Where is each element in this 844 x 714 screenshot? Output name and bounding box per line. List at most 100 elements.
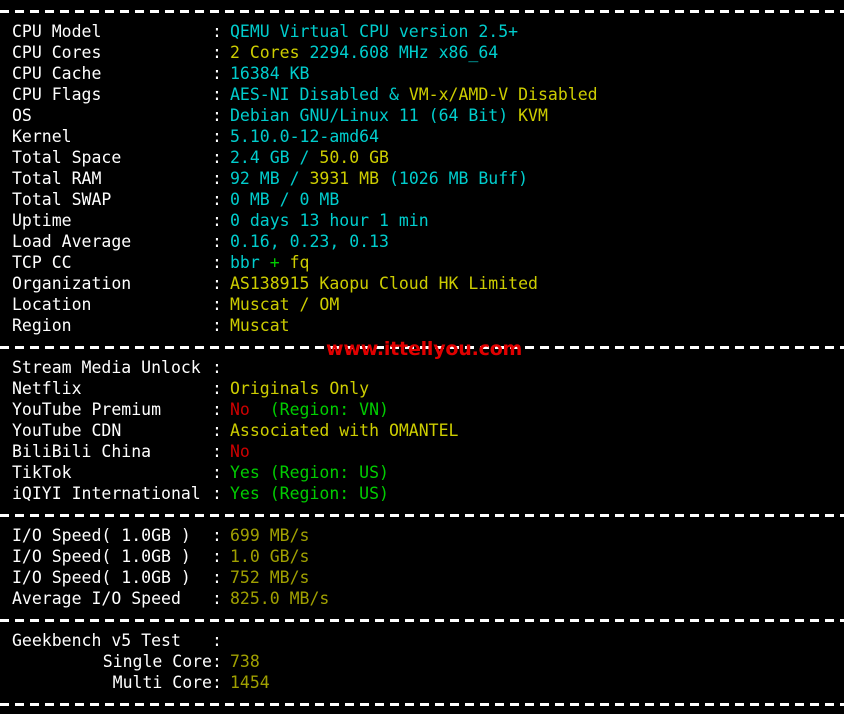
row-label: Total RAM (12, 169, 102, 188)
terminal-row: I/O Speed( 1.0GB ):699 MB/s (0, 525, 844, 546)
io-speed-section: I/O Speed( 1.0GB ):699 MB/s I/O Speed( 1.… (0, 525, 844, 609)
row-label: Uptime (12, 211, 72, 230)
row-colon: : (212, 379, 222, 398)
row-colon: : (212, 673, 222, 692)
row-label: OS (12, 106, 32, 125)
row-value: 16384 KB (230, 64, 310, 83)
terminal-row: Location: Muscat / OM (0, 294, 844, 315)
terminal-row: YouTube Premium: No (Region: VN) (0, 399, 844, 420)
row-value: No (230, 442, 250, 461)
row-value-part: No (230, 400, 260, 419)
row-label: Organization (12, 274, 132, 293)
terminal-row: BiliBili China: No (0, 441, 844, 462)
row-label: Region (12, 316, 72, 335)
terminal-row: Total SWAP:0 MB / 0 MB (0, 189, 844, 210)
row-value-part: AES-NI Disabled & (230, 85, 409, 104)
terminal-row: Total RAM:92 MB / 3931 MB (1026 MB Buff) (0, 168, 844, 189)
row-value-part: 2.4 GB / (230, 148, 320, 167)
row-value: Muscat (230, 316, 290, 335)
row-colon: : (212, 652, 222, 671)
row-value-part: 50.0 GB (319, 148, 389, 167)
row-value: 2.4 GB / 50.0 GB (230, 148, 389, 167)
row-label: Total Space (12, 148, 122, 167)
terminal-row: I/O Speed( 1.0GB ):752 MB/s (0, 567, 844, 588)
terminal-row: Geekbench v5 Test: (0, 630, 844, 651)
row-colon: : (212, 127, 222, 146)
row-value-part: Debian GNU/Linux 11 (64 Bit) (230, 106, 519, 125)
row-label: I/O Speed( 1.0GB ) (12, 547, 191, 566)
row-colon: : (212, 64, 222, 83)
row-value-part: + (269, 253, 280, 272)
row-value: QEMU Virtual CPU version 2.5+ (230, 22, 519, 41)
terminal-row: Single Core: 738 (0, 651, 844, 672)
row-colon: : (212, 295, 222, 314)
row-label: TCP CC (12, 253, 72, 272)
row-colon: : (212, 169, 222, 188)
terminal-row: CPU Cores:2 Cores 2294.608 MHz x86_64 (0, 42, 844, 63)
row-label: TikTok (12, 463, 72, 482)
row-value-part: KVM (518, 106, 548, 125)
row-label: CPU Model (12, 22, 102, 41)
row-value: 5.10.0-12-amd64 (230, 127, 380, 146)
row-colon: : (212, 526, 222, 545)
row-colon: : (212, 253, 222, 272)
row-label: I/O Speed( 1.0GB ) (12, 526, 191, 545)
terminal-row: Uptime:0 days 13 hour 1 min (0, 210, 844, 231)
terminal-row: CPU Flags: AES-NI Disabled & VM-x/AMD-V D… (0, 84, 844, 105)
row-value: bbr + fq (230, 253, 310, 272)
terminal-row: Average I/O Speed:825.0 MB/s (0, 588, 844, 609)
row-colon: : (212, 232, 222, 251)
row-colon: : (212, 442, 222, 461)
row-value: 699 MB/s (230, 526, 310, 545)
row-label: Stream Media Unlock (12, 358, 201, 377)
divider-after-stream-media (0, 504, 844, 525)
terminal-row: OS: Debian GNU/Linux 11 (64 Bit) KVM (0, 105, 844, 126)
stream-media-section: Stream Media Unlock: Netflix: Originals On… (0, 357, 844, 504)
row-value-part: 2294.608 MHz x86_64 (309, 43, 499, 62)
terminal-row: TCP CC: bbr + fq (0, 252, 844, 273)
divider-after-io-speed (0, 609, 844, 630)
terminal-row: YouTube CDN: Associated with OMANTEL (0, 420, 844, 441)
row-label: YouTube CDN (12, 421, 122, 440)
watermark-text: www.ittellyou.com (326, 338, 523, 360)
row-colon: : (212, 631, 222, 650)
row-value: 752 MB/s (230, 568, 310, 587)
row-value-part: bbr (230, 253, 270, 272)
row-label: Average I/O Speed (12, 589, 181, 608)
row-colon: : (212, 190, 222, 209)
row-label: YouTube Premium (12, 400, 162, 419)
row-value: Associated with OMANTEL (230, 421, 459, 440)
row-label: Location (12, 295, 92, 314)
row-value-part: (1026 MB Buff) (379, 169, 529, 188)
row-label: Netflix (12, 379, 82, 398)
row-value-part: 92 MB / (230, 169, 310, 188)
row-value: 0 MB / 0 MB (230, 190, 340, 209)
row-colon: : (212, 148, 222, 167)
terminal-row: TikTok: Yes (Region: US) (0, 462, 844, 483)
terminal-row: iQIYI International: Yes (Region: US) (0, 483, 844, 504)
row-colon: : (212, 316, 222, 335)
row-colon: : (212, 106, 222, 125)
row-label: Multi Core (112, 673, 212, 692)
row-value: Yes (Region: US) (230, 463, 389, 482)
row-label: Geekbench v5 Test (12, 631, 181, 650)
row-value: Yes (Region: US) (230, 484, 389, 503)
terminal-row: Multi Core: 1454 (0, 672, 844, 693)
row-colon: : (212, 568, 222, 587)
terminal-row: Organization: AS138915 Kaopu Cloud HK Lim… (0, 273, 844, 294)
row-label: CPU Cores (12, 43, 102, 62)
row-label: Single Core (102, 652, 212, 671)
row-value: 92 MB / 3931 MB (1026 MB Buff) (230, 169, 528, 188)
row-value: 1454 (230, 673, 270, 692)
system-info-section: CPU Model: QEMU Virtual CPU version 2.5+ C… (0, 21, 844, 336)
row-colon: : (212, 400, 222, 419)
terminal-row: Region: Muscat (0, 315, 844, 336)
terminal-row: Kernel:5.10.0-12-amd64 (0, 126, 844, 147)
row-value-part: 2 Cores (230, 43, 310, 62)
row-label: Total SWAP (12, 190, 112, 209)
geekbench-section: Geekbench v5 Test: Single Core: 738 Multi C… (0, 630, 844, 693)
row-label: I/O Speed( 1.0GB ) (12, 568, 191, 587)
row-label: BiliBili China (12, 442, 152, 461)
row-colon: : (212, 547, 222, 566)
row-value-part: (Region: VN) (259, 400, 389, 419)
